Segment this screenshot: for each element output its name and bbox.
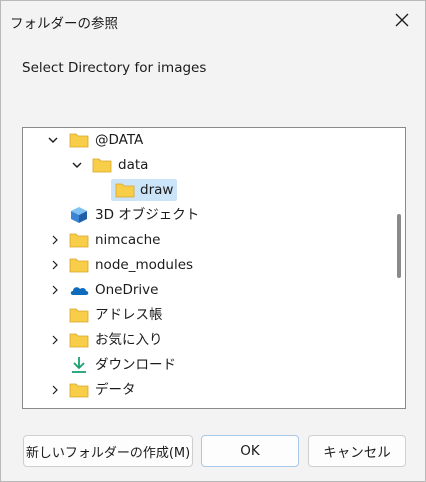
folder-icon — [69, 131, 89, 149]
folder-icon — [69, 331, 89, 349]
tree-item-label: node_modules — [95, 257, 194, 273]
onedrive-cloud-icon — [69, 281, 89, 299]
tree-item-onedrive[interactable]: OneDrive — [23, 278, 389, 302]
tree-item-data-jp[interactable]: データ — [23, 378, 389, 402]
tree-item-label: 3D オブジェクト — [95, 207, 200, 223]
tree-item-data-root[interactable]: @DATA — [23, 128, 389, 152]
tree-item-label: nimcache — [95, 232, 161, 248]
folder-icon — [92, 156, 112, 174]
new-folder-button[interactable]: 新しいフォルダーの作成(M) — [23, 435, 193, 467]
chevron-right-icon[interactable] — [49, 383, 61, 397]
tree-item-draw[interactable]: draw — [23, 178, 389, 202]
tree-item-3d-objects[interactable]: 3D オブジェクト — [23, 203, 389, 227]
chevron-right-icon[interactable] — [49, 283, 61, 297]
tree-item-address-book[interactable]: アドレス帳 — [23, 303, 389, 327]
chevron-right-icon[interactable] — [49, 333, 61, 347]
tree-item-label: data — [118, 157, 149, 173]
close-icon — [395, 13, 409, 27]
window-title: フォルダーの参照 — [10, 16, 118, 32]
folder-icon — [115, 181, 135, 199]
tree-item-label: OneDrive — [95, 282, 159, 298]
cancel-button[interactable]: キャンセル — [308, 435, 406, 467]
tree-item-label: データ — [95, 382, 136, 398]
dialog-description: Select Directory for images — [22, 60, 207, 76]
ok-button[interactable]: OK — [201, 435, 299, 467]
tree-item-label: アドレス帳 — [95, 307, 163, 323]
close-button[interactable] — [387, 6, 417, 34]
folder-icon — [69, 306, 89, 324]
tree-item-label: @DATA — [95, 132, 144, 148]
chevron-right-icon[interactable] — [49, 233, 61, 247]
folder-icon — [69, 256, 89, 274]
chevron-down-icon[interactable] — [71, 158, 83, 172]
folder-tree[interactable]: @DATA data draw 3D オブジェクト nimcache node_… — [22, 127, 406, 409]
tree-item-label: draw — [140, 182, 174, 198]
folder-icon — [69, 406, 89, 408]
folder-icon — [69, 381, 89, 399]
scrollbar-thumb[interactable] — [397, 214, 401, 278]
chevron-down-icon[interactable] — [47, 133, 59, 147]
tree-item-label: お気に入り — [95, 332, 163, 348]
tree-item-partial — [23, 403, 389, 408]
tree-item-data[interactable]: data — [23, 153, 389, 177]
tree-item-label: ダウンロード — [95, 357, 176, 373]
3d-objects-icon — [69, 206, 89, 224]
download-arrow-icon — [69, 356, 89, 374]
tree-item-downloads[interactable]: ダウンロード — [23, 353, 389, 377]
tree-item-node-modules[interactable]: node_modules — [23, 253, 389, 277]
browse-folder-dialog: フォルダーの参照 Select Directory for images @DA… — [0, 0, 426, 482]
tree-item-favorites[interactable]: お気に入り — [23, 328, 389, 352]
vertical-scrollbar[interactable] — [396, 132, 402, 404]
folder-icon — [69, 231, 89, 249]
title-bar: フォルダーの参照 — [1, 1, 425, 37]
tree-item-nimcache[interactable]: nimcache — [23, 228, 389, 252]
chevron-right-icon[interactable] — [49, 258, 61, 272]
